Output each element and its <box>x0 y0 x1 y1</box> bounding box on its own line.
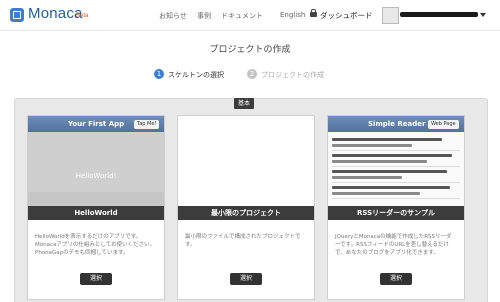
feed-line <box>332 176 402 179</box>
card-header-title: Simple Reader <box>368 120 426 128</box>
chevron-down-icon[interactable] <box>480 13 486 17</box>
skeleton-name: HelloWorld <box>28 206 164 220</box>
feed-preview <box>328 132 464 206</box>
monaca-logo-icon[interactable] <box>10 8 24 22</box>
nav-case-studies[interactable]: 事例 <box>197 11 211 21</box>
feed-separator <box>332 198 460 199</box>
tap-me-button: Tap Me! <box>134 120 160 129</box>
feed-line <box>332 170 447 173</box>
skeleton-card-minimal[interactable]: 最小限のプロジェクト 最小限のファイルで構成されたプロジェクトです。 選択 <box>177 115 315 300</box>
preview-text: HelloWorld! <box>75 172 117 180</box>
feed-separator <box>332 182 460 183</box>
preview-footer <box>28 192 164 206</box>
select-button[interactable]: 選択 <box>230 273 262 285</box>
feed-line <box>332 160 427 163</box>
select-button[interactable]: 選択 <box>380 273 412 285</box>
feed-line <box>332 192 420 195</box>
nav-news[interactable]: お知らせ <box>159 11 187 21</box>
feed-line <box>332 154 452 157</box>
card-header-title: Your First App <box>68 120 125 128</box>
basic-section-tag: 基本 <box>234 98 254 109</box>
feed-separator <box>332 150 460 151</box>
step-1-badge: 1 <box>154 69 164 79</box>
step-2-label: プロジェクトの作成 <box>261 71 324 79</box>
feed-line <box>332 144 412 147</box>
feed-line <box>332 138 442 141</box>
beta-label: Beta <box>76 13 89 19</box>
card-header: Your First App Tap Me! <box>28 116 164 132</box>
skeleton-name: RSSリーダーのサンプル <box>328 206 464 220</box>
card-header: Simple Reader Web Page <box>328 116 464 132</box>
app-preview: HelloWorld! <box>28 132 164 192</box>
user-name-redacted[interactable] <box>400 12 478 17</box>
skeleton-description: 最小限のファイルで構成されたプロジェクトです。 <box>185 234 301 248</box>
nav-english[interactable]: English <box>280 11 305 19</box>
logo-text[interactable]: Monaca <box>28 5 83 22</box>
dashboard-link[interactable]: ダッシュボード <box>320 10 373 21</box>
avatar[interactable] <box>382 7 399 24</box>
skeleton-card-helloworld[interactable]: Your First App Tap Me! HelloWorld! Hello… <box>27 115 165 300</box>
step-2-badge: 2 <box>247 69 257 79</box>
feed-line <box>332 186 450 189</box>
select-button[interactable]: 選択 <box>80 273 112 285</box>
skeleton-name: 最小限のプロジェクト <box>178 206 314 220</box>
step-1-label: スケルトンの選択 <box>168 71 224 79</box>
feed-separator <box>332 166 460 167</box>
page-title: プロジェクトの作成 <box>209 45 291 55</box>
skeleton-description: JQueryとMonacaの機能で作成したRSSリーダーです。RSSフィードのU… <box>335 234 452 256</box>
web-page-button: Web Page <box>428 120 459 129</box>
skeleton-description: HelloWorldを表示するだけのアプリです。Monacaアプリの仕組みとして… <box>35 234 156 256</box>
top-header: Monaca Beta お知らせ 事例 ドキュメント English ダッシュボ… <box>0 0 500 31</box>
skeleton-card-rss-reader[interactable]: Simple Reader Web Page RSSリーダーのサンプル JQue… <box>327 115 465 300</box>
lock-icon <box>310 9 317 17</box>
nav-documents[interactable]: ドキュメント <box>221 11 263 21</box>
